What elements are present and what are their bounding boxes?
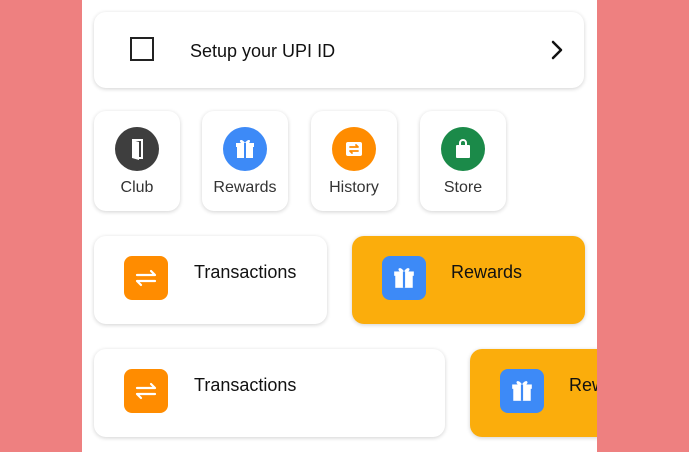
setup-upi-label: Setup your UPI ID	[190, 41, 336, 61]
phone-screen: Setup your UPI ID Club Rewards History S…	[82, 0, 597, 452]
quick-link-label: History	[329, 179, 379, 196]
quick-link-store[interactable]: Store	[420, 111, 506, 211]
transactions-label: Transactions	[194, 262, 297, 282]
transactions-label: Transactions	[194, 375, 297, 395]
gift-icon	[382, 256, 426, 300]
shopping-bag-icon	[441, 127, 485, 171]
checkbox-icon[interactable]	[130, 37, 154, 61]
rewards-label: Rewards	[451, 262, 523, 282]
rewards-card[interactable]: Rewards	[470, 349, 597, 437]
gift-icon	[500, 369, 544, 413]
chevron-right-icon[interactable]	[550, 40, 564, 60]
exchange-icon	[332, 127, 376, 171]
rewards-card[interactable]: Rewards	[352, 236, 585, 324]
transactions-card[interactable]: Transactions	[94, 236, 327, 324]
quick-link-label: Club	[120, 179, 154, 196]
quick-link-club[interactable]: Club	[94, 111, 180, 211]
gift-icon	[223, 127, 267, 171]
quick-link-label: Store	[443, 179, 483, 196]
quick-link-history[interactable]: History	[311, 111, 397, 211]
door-icon	[115, 127, 159, 171]
rewards-label: Rewards	[569, 375, 597, 395]
quick-link-label: Rewards	[213, 179, 277, 196]
setup-upi-card[interactable]: Setup your UPI ID	[94, 12, 584, 88]
exchange-icon	[124, 256, 168, 300]
quick-link-rewards[interactable]: Rewards	[202, 111, 288, 211]
transactions-card[interactable]: Transactions	[94, 349, 445, 437]
exchange-icon	[124, 369, 168, 413]
